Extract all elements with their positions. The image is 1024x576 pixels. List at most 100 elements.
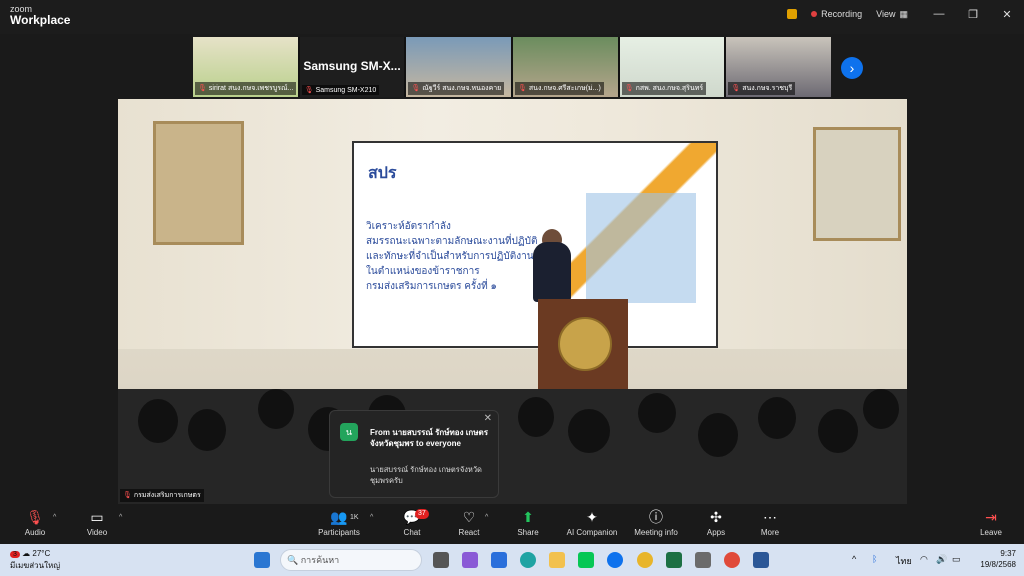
speaker [533, 242, 571, 302]
leave-button[interactable]: ⇥ Leave [961, 508, 1021, 537]
participant-tile[interactable]: 🎙 กสพ. สนง.กษจ.สุรินทร์ [619, 37, 725, 97]
word-icon[interactable] [753, 552, 769, 568]
royal-portrait-right [813, 127, 901, 241]
grid-view-icon: ▦ [899, 8, 908, 19]
react-icon: ♡ [462, 509, 476, 525]
participants-icon: 👥 [330, 509, 348, 525]
temperature: 27°C [32, 549, 51, 558]
task-view-icon[interactable] [433, 552, 449, 568]
battery-icon[interactable]: ▭ [952, 554, 961, 565]
search-placeholder: การค้นหา [300, 555, 340, 565]
participant-tile[interactable]: 🎙 sirirat สนง.กษจ.เพชรบูรณ์... [193, 37, 298, 97]
participant-tile[interactable]: 🎙 ณัฐวีร์ สนง.กษจ.หนองคาย [406, 37, 512, 97]
participant-name: 🎙 sirirat สนง.กษจ.เพชรบูรณ์... [195, 82, 297, 95]
meeting-toolbar: 🎙 Audio ^ ▭ Video ^ 👥 Participants 1K ^ … [0, 504, 1024, 544]
zoom-icon[interactable] [607, 552, 623, 568]
search-icon: 🔍 [287, 554, 299, 565]
date: 19/8/2568 [980, 560, 1016, 569]
main-video[interactable]: สปร วิเคราะห์อัตรากำลัง สมรรถนะเฉพาะตามล… [118, 99, 907, 504]
participants-count: 1K [350, 514, 359, 521]
participant-name: 🎙 สนง.กษจ.ศรีสะเกษ(ม่...) [515, 82, 604, 95]
ai-companion-button[interactable]: ✦ AI Companion [562, 508, 622, 537]
bluetooth-icon[interactable]: ᛒ [872, 554, 877, 564]
info-icon: ⓘ [649, 509, 663, 525]
chevron-right-icon: › [849, 60, 855, 76]
share-icon: ⬆ [522, 509, 534, 525]
windows-taskbar: 3 ☁ 27°C มีเมฆส่วนใหญ่ 🔍 การค้นหา ^ ᛒ ไท… [0, 544, 1024, 576]
clock[interactable]: 9:37 19/8/2568 [980, 548, 1016, 570]
apps-icon: ✣ [710, 509, 722, 525]
security-shield-icon[interactable] [787, 9, 798, 19]
react-label: React [458, 528, 480, 537]
title-bar: zoom Workplace Recording View ▦ — ❐ ✕ [0, 0, 1024, 34]
react-options-caret[interactable]: ^ [485, 514, 488, 521]
start-button[interactable] [254, 552, 270, 568]
wifi-icon[interactable]: ◠ [920, 554, 928, 565]
participant-big-label: Samsung SM-X... [303, 59, 401, 73]
file-explorer-icon[interactable] [549, 552, 565, 568]
participant-name: 🎙 กสพ. สนง.กษจ.สุรินทร์ [621, 82, 707, 95]
minimize-button[interactable]: — [922, 8, 956, 20]
chrome-profile-icon[interactable] [724, 552, 740, 568]
chat-notification[interactable]: ✕ น From นายสบรรณ์ รักษ์ทอง เกษตรจังหวัด… [329, 410, 499, 498]
presentation-screen: สปร วิเคราะห์อัตรากำลัง สมรรถนะเฉพาะตามล… [352, 141, 718, 348]
edge-icon[interactable] [520, 552, 536, 568]
chat-button[interactable]: 💬 Chat [382, 508, 442, 537]
brand-line2: Workplace [10, 13, 71, 27]
close-window-button[interactable]: ✕ [990, 8, 1024, 21]
slide-title: สปร [368, 165, 397, 182]
video-label: Video [86, 528, 108, 537]
recording-label: Recording [821, 9, 863, 19]
volume-icon[interactable]: 🔊 [936, 554, 947, 565]
ai-companion-label: AI Companion [566, 528, 618, 537]
participants-options-caret[interactable]: ^ [370, 514, 373, 521]
meeting-info-button[interactable]: ⓘ Meeting info [626, 508, 686, 537]
calculator-icon[interactable] [695, 552, 711, 568]
audio-label: Audio [24, 528, 46, 537]
share-button[interactable]: ⬆ Share [498, 508, 558, 537]
meeting-info-label: Meeting info [634, 528, 678, 537]
weather-desc: มีเมฆส่วนใหญ่ [10, 561, 61, 570]
chat-icon: 💬 [403, 509, 421, 525]
app-logo: zoom Workplace [10, 5, 71, 27]
sender-avatar: น [340, 423, 358, 441]
chat-header: From นายสบรรณ์ รักษ์ทอง เกษตรจังหวัดชุมพ… [370, 428, 489, 448]
participants-button[interactable]: 👥 Participants [309, 508, 369, 537]
chat-label: Chat [403, 528, 421, 537]
more-label: More [760, 528, 780, 537]
participant-tile[interactable]: 🎙 สนง.กษจ.ราชบุรี [726, 37, 832, 97]
maximize-button[interactable]: ❐ [956, 8, 990, 21]
chevron-up-icon[interactable]: ^ [852, 554, 856, 564]
participants-strip: 🎙 sirirat สนง.กษจ.เพชรบูรณ์... Samsung SM… [193, 37, 832, 97]
view-button[interactable]: View ▦ [876, 9, 908, 20]
participant-name: 🎙 สนง.กษจ.ราชบุรี [728, 82, 796, 95]
participant-name: 🎙 ณัฐวีร์ สนง.กษจ.หนองคาย [408, 82, 505, 95]
taskbar-search[interactable]: 🔍 การค้นหา [280, 549, 422, 571]
more-button[interactable]: ⋯ More [740, 508, 800, 537]
app-icon[interactable] [491, 552, 507, 568]
copilot-icon[interactable] [462, 552, 478, 568]
video-options-caret[interactable]: ^ [119, 514, 122, 521]
view-label: View [876, 9, 896, 19]
participant-tile[interactable]: 🎙 สนง.กษจ.ศรีสะเกษ(ม่...) [513, 37, 618, 97]
close-icon[interactable]: ✕ [484, 413, 492, 424]
share-label: Share [517, 528, 539, 537]
audience [118, 389, 907, 504]
audio-button[interactable]: 🎙 Audio [5, 508, 65, 537]
video-button[interactable]: ▭ Video [67, 508, 127, 537]
camera-icon: ▭ [90, 509, 104, 525]
excel-icon[interactable] [666, 552, 682, 568]
next-participants-button[interactable]: › [841, 57, 863, 79]
weather-widget[interactable]: 3 ☁ 27°C มีเมฆส่วนใหญ่ [10, 548, 60, 571]
react-button[interactable]: ♡ React [439, 508, 499, 537]
chrome-icon[interactable] [637, 552, 653, 568]
apps-button[interactable]: ✣ Apps [686, 508, 746, 537]
building-image [586, 193, 696, 303]
participant-tile[interactable]: Samsung SM-X... 🎙 Samsung SM-X210 [299, 37, 405, 97]
participants-label: Participants [318, 528, 360, 537]
cloud-icon: ☁ [22, 549, 31, 558]
recording-indicator[interactable]: Recording [811, 9, 862, 19]
audio-options-caret[interactable]: ^ [53, 514, 56, 521]
language-indicator[interactable]: ไทย [896, 554, 912, 568]
line-icon[interactable] [578, 552, 594, 568]
